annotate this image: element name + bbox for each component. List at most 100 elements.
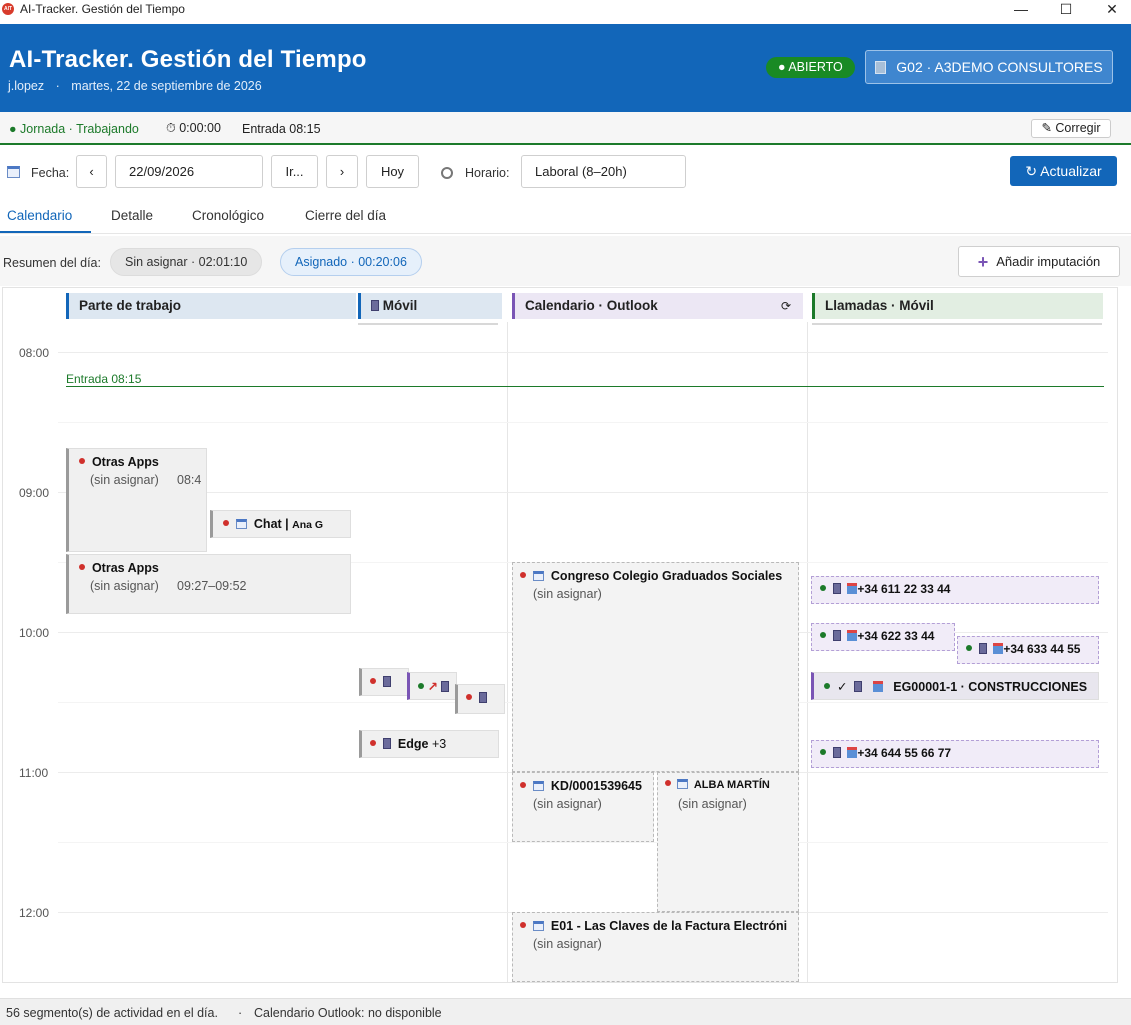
outlook-status: Calendario Outlook: no disponible [254, 1006, 442, 1020]
check-icon: ✓ [836, 680, 848, 694]
event-congreso[interactable]: Congreso Colegio Graduados Sociales (sin… [512, 562, 799, 772]
event-title: EG00001-1 · CONSTRUCCIONES [893, 680, 1088, 694]
status-dot [79, 564, 85, 570]
refresh-icon[interactable]: ⟳ [781, 293, 791, 319]
call-event[interactable]: +34 633 44 55 [957, 636, 1099, 664]
fecha-label: Fecha: [31, 166, 70, 180]
horario-select[interactable]: Laboral (8–20h) [521, 155, 686, 188]
column-movil: Móvil [358, 293, 502, 319]
event-alba[interactable]: ALBA MARTÍN (sin asignar) [657, 772, 799, 912]
active-tab-indicator [0, 231, 91, 233]
phone-icon [382, 738, 391, 749]
event-title: Otras Apps [91, 455, 159, 469]
status-bar: 56 segmento(s) de actividad en el día. ·… [0, 998, 1131, 1025]
status-badge: ● ABIERTO [766, 57, 855, 78]
column-outlook-label: Calendario · Outlook [525, 298, 658, 313]
company-selector-button[interactable]: G02 · A3DEMO CONSULTORES [865, 50, 1113, 84]
event-kd[interactable]: KD/0001539645 (sin asignar) [512, 772, 654, 842]
status-dot [466, 694, 472, 700]
hour-label: 10:00 [19, 626, 50, 640]
call-event[interactable]: +34 644 55 66 77 [811, 740, 1099, 768]
tab-calendario[interactable]: Calendario [7, 208, 72, 223]
event-otras-apps[interactable]: Otras Apps (sin asignar) 09:27–09:52 [66, 554, 351, 614]
column-parte-trabajo: Parte de trabajo [66, 293, 356, 319]
call-event[interactable]: +34 622 33 44 [811, 623, 955, 651]
tab-cierre[interactable]: Cierre del día [305, 208, 386, 223]
call-icon [847, 630, 858, 641]
phone-icon [832, 630, 841, 641]
hour-label: 09:00 [19, 486, 50, 500]
event-title: +34 622 33 44 [857, 629, 935, 643]
movil-segment[interactable] [358, 323, 498, 325]
call-segment[interactable] [812, 323, 1102, 325]
status-dot [665, 780, 671, 786]
event-construcciones[interactable]: ✓ EG00001-1 · CONSTRUCCIONES [811, 672, 1099, 700]
status-dot [79, 458, 85, 464]
corregir-button[interactable]: ✎ Corregir [1031, 119, 1111, 138]
movil-segment[interactable]: ↗ [407, 672, 457, 700]
current-date: martes, 22 de septiembre de 2026 [71, 79, 262, 93]
event-chat[interactable]: Chat | Ana G [210, 510, 351, 538]
event-edge[interactable]: Edge +3 [359, 730, 499, 758]
phone-icon [441, 681, 450, 692]
close-button[interactable]: ✕ [1089, 0, 1131, 18]
header-subtitle: j.lopez · martes, 22 de septiembre de 20… [8, 79, 262, 93]
jornada-bar: ● Jornada · Trabajando ⏱ 0:00:00 Entrada… [0, 112, 1131, 145]
scrollbar-thumb[interactable] [1117, 570, 1118, 712]
event-otras-apps[interactable]: Otras Apps (sin asignar) 08:4 [66, 448, 207, 552]
event-subtitle: (sin asignar) [678, 797, 747, 811]
next-day-button[interactable]: › [326, 155, 358, 188]
phone-icon [854, 681, 863, 692]
status-dot [520, 572, 526, 578]
tab-detalle[interactable]: Detalle [111, 208, 153, 223]
date-input[interactable]: 22/09/2026 [115, 155, 263, 188]
event-title: ALBA MARTÍN [693, 779, 770, 791]
event-title: E01 - Las Claves de la Factura Electróni [550, 919, 788, 933]
prev-day-button[interactable]: ‹ [76, 155, 107, 188]
phone-icon [478, 692, 487, 703]
horario-label: Horario: [465, 166, 510, 180]
calendar-icon [532, 921, 544, 931]
movil-segment[interactable] [359, 668, 409, 696]
asignado-chip[interactable]: Asignado · 00:20:06 [280, 248, 422, 276]
today-button[interactable]: Hoy [366, 155, 419, 188]
event-e01[interactable]: E01 - Las Claves de la Factura Electróni… [512, 912, 799, 982]
phone-icon [371, 300, 379, 311]
event-title: Chat | [253, 517, 289, 531]
event-title: +34 633 44 55 [1003, 642, 1081, 656]
phone-icon [382, 676, 391, 687]
date-toolbar: Fecha: ‹ 22/09/2026 Ir... › Hoy Horario:… [0, 146, 1131, 198]
separator: · [55, 79, 60, 93]
tab-bar: Calendario Detalle Cronológico Cierre de… [0, 198, 1131, 234]
sin-asignar-chip[interactable]: Sin asignar · 02:01:10 [110, 248, 263, 276]
call-icon [872, 681, 883, 692]
hour-label: 12:00 [19, 906, 50, 920]
calendar-icon [532, 781, 544, 791]
calendar-icon [7, 166, 20, 178]
separator: · [238, 1006, 243, 1020]
tab-cronologico[interactable]: Cronológico [192, 208, 264, 223]
maximize-button[interactable]: ☐ [1043, 0, 1089, 18]
calendar-icon [235, 519, 247, 529]
column-outlook: Calendario · Outlook ⟳ [512, 293, 803, 319]
call-event[interactable]: +34 611 22 33 44 [811, 576, 1099, 604]
segments-count: 56 segmento(s) de actividad en el día. [6, 1006, 218, 1020]
half-hour-line [58, 842, 1108, 843]
call-icon [847, 583, 858, 594]
status-dot [824, 683, 830, 689]
phone-icon [832, 747, 841, 758]
call-icon [993, 643, 1004, 654]
event-title: +34 611 22 33 44 [857, 582, 951, 596]
app-logo-icon: AIT [2, 3, 14, 15]
refresh-button[interactable]: ↻ Actualizar [1010, 156, 1117, 186]
status-dot [370, 678, 376, 684]
movil-segment[interactable] [455, 684, 505, 714]
call-icon [847, 747, 858, 758]
add-imputacion-label: Añadir imputación [996, 254, 1101, 269]
add-imputacion-button[interactable]: + Añadir imputación [958, 246, 1120, 277]
event-subtitle: (sin asignar) [533, 797, 602, 811]
go-button[interactable]: Ir... [271, 155, 318, 188]
event-title: Congreso Colegio Graduados Sociales [550, 569, 783, 583]
minimize-button[interactable]: — [998, 0, 1044, 18]
event-title: Otras Apps [91, 561, 159, 575]
